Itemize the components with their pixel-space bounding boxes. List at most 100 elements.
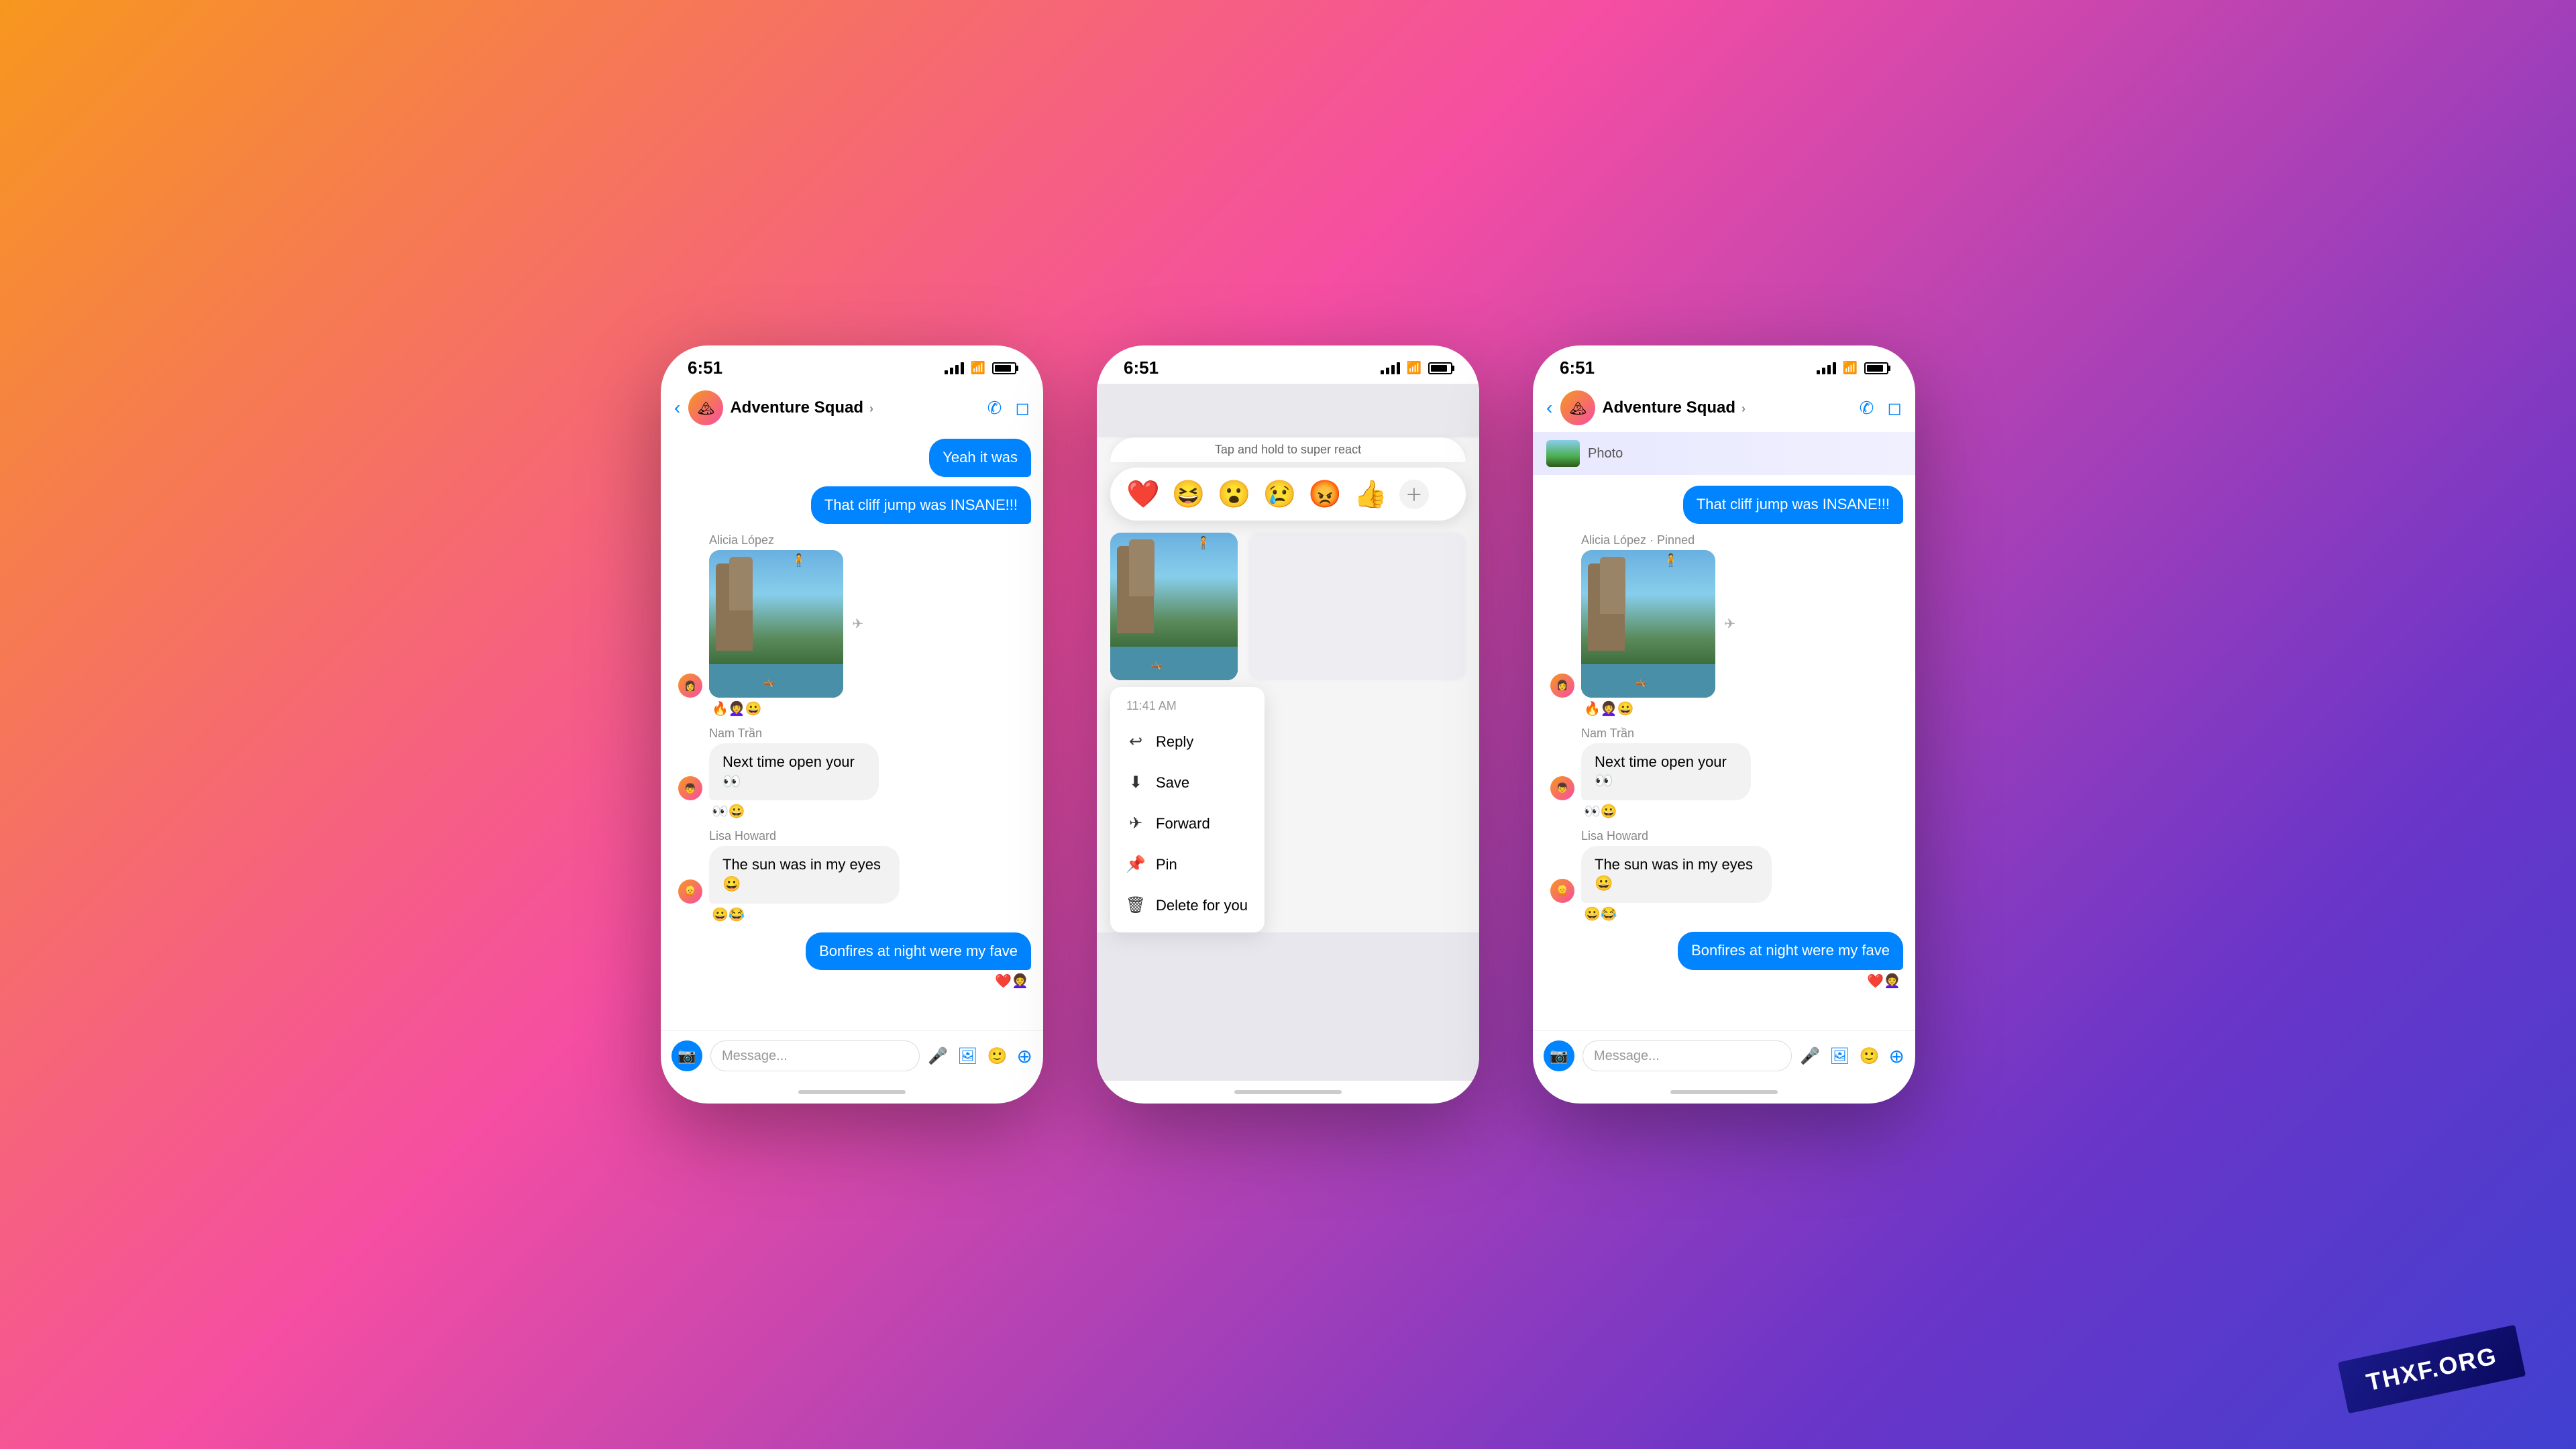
plus-button-left[interactable]: ⊕ [1017,1045,1032,1067]
reaction-picker-wrapper: Tap and hold to super react ❤️ 😆 😮 😢 😡 👍… [1097,437,1479,527]
person-icon-middle: 🧍 [1196,536,1211,550]
blur-right [1248,533,1466,680]
home-indicator-left [661,1081,1043,1104]
person-icon-left: 🧍 [792,553,806,568]
reactions-nam-left: 👀😀 [678,803,745,820]
bubble-lisa-right: The sun was in my eyes 😀 [1581,846,1772,903]
reply-label: Reply [1156,733,1193,751]
status-time-left: 6:51 [688,358,722,378]
video-button-right[interactable]: ◻ [1887,398,1902,419]
sticker-button-left[interactable]: 🙂 [987,1046,1008,1066]
react-angry[interactable]: 😡 [1308,478,1342,510]
phone-button-left[interactable]: ✆ [987,398,1002,419]
mic-button-left[interactable]: 🎤 [928,1046,948,1066]
middle-content: Tap and hold to super react ❤️ 😆 😮 😢 😡 👍… [1097,384,1479,1081]
signal-icon-middle [1381,362,1400,374]
middle-photo-msg: 🧍 🛶 [1110,533,1238,680]
bubble-lisa-left: The sun was in my eyes 😀 [709,846,900,903]
avatar-lisa-left: 👱 [678,879,702,904]
react-wow[interactable]: 😮 [1218,478,1251,510]
msg-bubble-cliff: That cliff jump was INSANE!!! [811,486,1031,525]
back-button-right[interactable]: ‹ [1546,397,1552,419]
msg-row-alicia-left: Alicia López 👩 🧍 🛶 [673,533,1031,717]
bubble-nam-left: Next time open your 👀 [709,743,879,800]
status-bar-right: 6:51 📶 [1533,345,1915,384]
plus-button-right[interactable]: ⊕ [1889,1045,1904,1067]
avatar-nam-right: 👦 [1550,776,1574,800]
bubble-bonfires-left: Bonfires at night were my fave [806,932,1031,971]
nav-header-right: ‹ 🏔 Adventure Squad › ✆ ◻ [1533,384,1915,432]
status-bar-middle: 6:51 📶 [1097,345,1479,384]
status-icons-left: 📶 [945,361,1016,375]
reply-icon: ↩ [1126,732,1145,751]
reactions-bonfires-right: ❤️👩‍🦱 [1867,973,1903,989]
status-icons-right: 📶 [1817,361,1888,375]
sender-lisa-left: Lisa Howard [678,829,776,843]
pin-label: Pin [1156,856,1177,873]
react-heart[interactable]: ❤️ [1126,478,1160,510]
video-button-left[interactable]: ◻ [1015,398,1030,419]
message-input-left[interactable]: Message... [710,1040,920,1071]
chat-content-left: Yeah it was That cliff jump was INSANE!!… [661,432,1043,1030]
sender-nam-left: Nam Trần [678,727,762,741]
back-button-left[interactable]: ‹ [674,397,680,419]
kayak-right: 🛶 [1635,676,1646,688]
battery-icon-right [1864,362,1888,374]
home-bar-left [798,1090,906,1094]
input-actions-left: 🎤 🖼 🙂 ⊕ [928,1045,1032,1067]
wifi-icon-middle: 📶 [1407,361,1421,375]
send-icon-right: ✈ [1724,615,1735,632]
home-indicator-right [1533,1081,1915,1104]
msg-row-cliff-right: That cliff jump was INSANE!!! [1545,486,1903,524]
sender-alicia-left: Alicia López [678,533,774,547]
cliff-scene-right: 🧍 🛶 [1581,550,1715,698]
context-save[interactable]: ⬇ Save [1110,762,1265,803]
camera-button-left[interactable]: 📷 [672,1040,702,1071]
reaction-picker: ❤️ 😆 😮 😢 😡 👍 ＋ [1110,468,1466,521]
home-indicator-middle [1097,1081,1479,1104]
camera-button-right[interactable]: 📷 [1544,1040,1574,1071]
reactions-nam-right: 👀😀 [1550,803,1617,820]
react-thumbs[interactable]: 👍 [1354,478,1387,510]
bubble-bonfires-right: Bonfires at night were my fave [1678,932,1903,970]
water-right [1581,664,1715,698]
message-input-right[interactable]: Message... [1582,1040,1792,1071]
status-bar-left: 6:51 📶 [661,345,1043,384]
water-middle [1110,647,1238,680]
add-reaction-button[interactable]: ＋ [1399,480,1429,509]
middle-phone: 6:51 📶 Tap and hold to super rea [1097,345,1479,1104]
react-cry[interactable]: 😢 [1263,478,1296,510]
avatar-lisa-right: 👱 [1550,879,1574,903]
image-button-right[interactable]: 🖼 [1829,1046,1849,1066]
kayak-left: 🛶 [763,676,774,688]
wifi-icon-right: 📶 [1843,361,1858,375]
context-delete[interactable]: 🗑 Delete for you [1110,885,1265,926]
reactions-bonfires-left: ❤️👩‍🦱 [995,973,1031,989]
lisa-msg-left: 👱 The sun was in my eyes 😀 [678,846,917,903]
group-name-left: Adventure Squad › [730,398,980,417]
image-button-left[interactable]: 🖼 [957,1046,977,1066]
reactions-alicia-right: 🔥👩‍🦱😀 [1550,700,1634,717]
msg-row-lisa-left: Lisa Howard 👱 The sun was in my eyes 😀 😀… [673,829,1031,922]
forward-label: Forward [1156,815,1210,833]
pin-icon: 📌 [1126,855,1145,874]
phone-button-right[interactable]: ✆ [1860,398,1874,419]
forward-icon: ✈ [1126,814,1145,833]
sticker-button-right[interactable]: 🙂 [1860,1046,1880,1066]
pinned-banner[interactable]: Photo [1533,432,1915,475]
alicia-msg-right: 👩 🧍 🛶 ✈ [1550,550,1715,698]
msg-row-yeah: Yeah it was [673,439,1031,477]
right-phone: 6:51 📶 ‹ 🏔 Adventure Squad › [1533,345,1915,1104]
context-reply[interactable]: ↩ Reply [1110,721,1265,762]
input-placeholder-right: Message... [1594,1049,1660,1064]
delete-label: Delete for you [1156,897,1248,914]
react-laugh[interactable]: 😆 [1172,478,1205,510]
reactions-lisa-left: 😀😂 [678,906,745,923]
delete-icon: 🗑 [1126,896,1145,915]
mic-button-right[interactable]: 🎤 [1800,1046,1820,1066]
context-menu-time: 11:41 AM [1110,694,1265,721]
context-pin[interactable]: 📌 Pin [1110,844,1265,885]
lisa-msg-right: 👱 The sun was in my eyes 😀 [1550,846,1789,903]
photo-msg-left: 🧍 🛶 [709,550,843,698]
context-forward[interactable]: ✈ Forward [1110,803,1265,844]
